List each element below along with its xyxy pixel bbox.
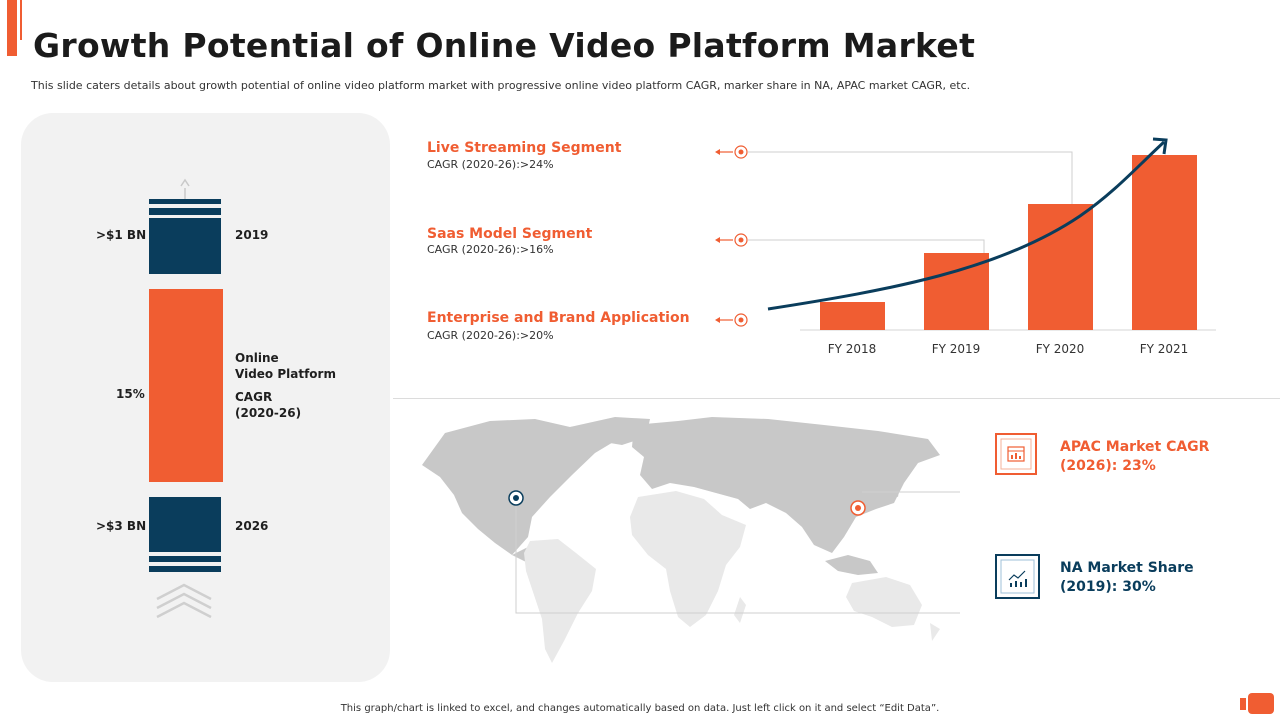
segment-pin-1 (715, 145, 748, 159)
na-label-line2: (2019): 30% (1060, 579, 1156, 595)
segment-title-2: Saas Model Segment (427, 226, 593, 242)
value-2019: >$1 BN (96, 228, 147, 242)
x-tick-label: FY 2018 (827, 342, 877, 356)
segment-pin-2 (715, 233, 748, 247)
cagr-value: 15% (116, 387, 145, 401)
calendar-chart-icon (1000, 438, 1032, 470)
section-divider (393, 398, 1280, 399)
year-2019: 2019 (235, 228, 269, 242)
cagr-label-line2: Video Platform (235, 367, 336, 381)
segment-title-3: Enterprise and Brand Application (427, 310, 690, 326)
apac-label-line2: (2026): 23% (1060, 458, 1156, 474)
bar-fy-2020 (1028, 204, 1093, 330)
x-tick-label: FY 2020 (1035, 342, 1085, 356)
cagr-label-line3: CAGR (235, 390, 273, 404)
stacked-bar-graphic (149, 178, 223, 619)
bars (820, 155, 1197, 330)
segment-subtitle-2: CAGR (2020-26):>16% (427, 243, 554, 256)
segment-pins (715, 145, 748, 327)
segment-pin-3 (715, 313, 748, 327)
segment-subtitle-1: CAGR (2020-26):>24% (427, 158, 554, 171)
na-label-line1: NA Market Share (1060, 560, 1194, 576)
na-icon-box (995, 554, 1040, 599)
world-map (422, 417, 960, 663)
footer-note: This graph/chart is linked to excel, and… (340, 703, 940, 714)
brand-mark (1240, 698, 1246, 710)
map-pin-icon (508, 490, 524, 506)
brand-logo (1248, 693, 1274, 714)
segment-title-1: Live Streaming Segment (427, 140, 622, 156)
cagr-label-line1: Online (235, 351, 279, 365)
value-2026: >$3 BN (96, 519, 147, 533)
chevron-up-icon (156, 583, 212, 619)
bar-chart (715, 137, 1216, 331)
growth-chart-icon (1000, 559, 1035, 594)
x-tick-label: FY 2019 (931, 342, 981, 356)
map-pin-icon (850, 500, 866, 516)
bar-fy-2021 (1132, 155, 1197, 330)
apac-label-line1: APAC Market CAGR (1060, 439, 1210, 455)
year-2026: 2026 (235, 519, 269, 533)
apac-icon-box (995, 433, 1037, 475)
bar-fy-2018 (820, 302, 885, 330)
segment-subtitle-3: CAGR (2020-26):>20% (427, 329, 554, 342)
cagr-label-line4: (2020-26) (235, 406, 302, 420)
x-tick-label: FY 2021 (1139, 342, 1189, 356)
